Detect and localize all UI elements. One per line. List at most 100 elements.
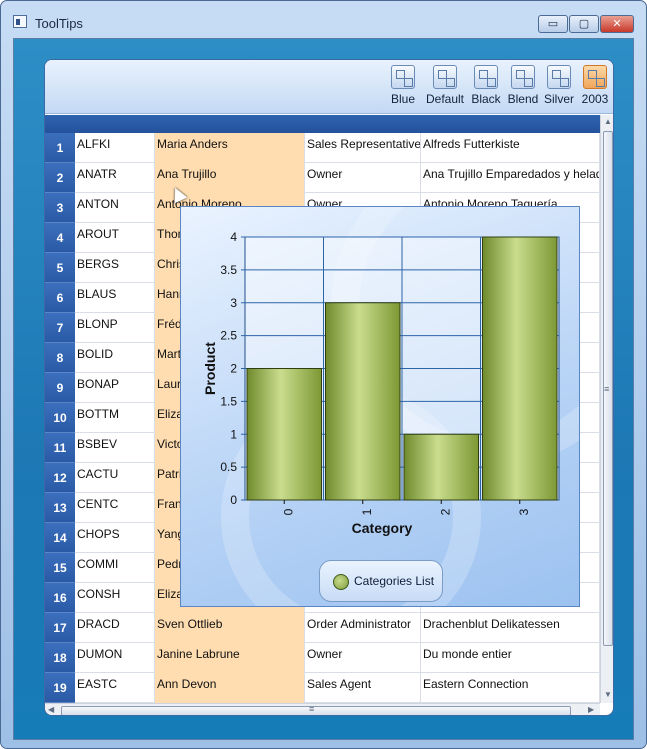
- theme-button-blue[interactable]: Blue: [388, 65, 418, 111]
- row-number[interactable]: 2: [45, 163, 75, 193]
- scroll-down-icon[interactable]: ▼: [604, 690, 612, 699]
- row-number[interactable]: 4: [45, 223, 75, 253]
- theme-button-default[interactable]: Default: [425, 65, 465, 111]
- customer-id-cell[interactable]: DRACD: [75, 613, 155, 643]
- vertical-scrollbar[interactable]: ▲ ≡ ▼: [600, 115, 613, 703]
- scroll-right-icon[interactable]: ▶: [588, 705, 594, 714]
- row-number[interactable]: 19: [45, 673, 75, 703]
- customer-id-cell[interactable]: ANATR: [75, 163, 155, 193]
- theme-label: Black: [471, 92, 501, 106]
- contact-name-cell[interactable]: Ann Devon: [155, 673, 305, 703]
- customer-id-cell[interactable]: CENTC: [75, 493, 155, 523]
- row-number[interactable]: 11: [45, 433, 75, 463]
- horizontal-scrollbar[interactable]: ◀ ≡ ▶: [45, 703, 600, 715]
- row-number[interactable]: 5: [45, 253, 75, 283]
- row-number[interactable]: 7: [45, 313, 75, 343]
- bar-1: [325, 302, 401, 501]
- y-axis-title: Product: [202, 342, 218, 395]
- theme-default-icon: [433, 65, 457, 89]
- row-number[interactable]: 8: [45, 343, 75, 373]
- theme-label: 2003: [581, 92, 609, 106]
- customer-id-cell[interactable]: BSBEV: [75, 433, 155, 463]
- y-tick-label: 4: [230, 230, 237, 244]
- customer-id-cell[interactable]: BOTTM: [75, 403, 155, 433]
- row-number[interactable]: 18: [45, 643, 75, 673]
- contact-title-cell[interactable]: Owner: [305, 643, 421, 673]
- company-name-cell[interactable]: Du monde entier: [421, 643, 600, 673]
- title-bar[interactable]: ToolTips ▭ ▢ ✕: [1, 1, 646, 35]
- customer-id-cell[interactable]: BLAUS: [75, 283, 155, 313]
- customer-id-cell[interactable]: ALFKI: [75, 133, 155, 163]
- row-number[interactable]: 3: [45, 193, 75, 223]
- contact-name-cell[interactable]: Janine Labrune: [155, 643, 305, 673]
- company-name-cell[interactable]: Drachenblut Delikatessen: [421, 613, 600, 643]
- theme-label: Blue: [390, 92, 416, 106]
- bar-chart: 0 0.5 1 1.5 2 2.5 3 3.5 4 0 1 2 3 Category Product: [202, 230, 560, 536]
- scroll-left-icon[interactable]: ◀: [48, 705, 54, 714]
- contact-title-cell[interactable]: Sales Agent: [305, 673, 421, 703]
- y-tick-label: 0: [230, 493, 237, 507]
- vertical-scroll-thumb[interactable]: ≡: [603, 131, 613, 646]
- row-number[interactable]: 10: [45, 403, 75, 433]
- customer-id-cell[interactable]: ANTON: [75, 193, 155, 223]
- close-button[interactable]: ✕: [600, 15, 634, 33]
- table-row[interactable]: 19 EASTC Ann Devon Sales Agent Eastern Conne…: [45, 673, 600, 703]
- company-name-cell[interactable]: Eastern Connection: [421, 673, 600, 703]
- y-tick-label: 2.5: [220, 329, 237, 343]
- scroll-up-icon[interactable]: ▲: [604, 117, 612, 126]
- contact-name-cell[interactable]: Sven Ottlieb: [155, 613, 305, 643]
- customer-id-cell[interactable]: AROUT: [75, 223, 155, 253]
- customer-id-cell[interactable]: BLONP: [75, 313, 155, 343]
- customer-id-cell[interactable]: BONAP: [75, 373, 155, 403]
- table-row[interactable]: 1 ALFKI Maria Anders Sales Representative Al…: [45, 133, 600, 163]
- row-number[interactable]: 13: [45, 493, 75, 523]
- customer-id-cell[interactable]: DUMON: [75, 643, 155, 673]
- table-row[interactable]: 17 DRACD Sven Ottlieb Order Administrator Dr…: [45, 613, 600, 643]
- customer-id-cell[interactable]: CONSH: [75, 583, 155, 613]
- y-tick-label: 2: [230, 362, 237, 376]
- theme-button-2003[interactable]: 2003: [579, 65, 611, 111]
- y-tick-label: 1: [230, 427, 237, 441]
- theme-label: Silver: [543, 92, 574, 106]
- theme-black-icon: [474, 65, 498, 89]
- x-tick-label: 2: [438, 508, 452, 515]
- contact-name-cell[interactable]: Maria Anders: [155, 133, 305, 163]
- customer-id-cell[interactable]: COMMI: [75, 553, 155, 583]
- horizontal-scroll-thumb[interactable]: ≡: [61, 704, 571, 715]
- contact-title-cell[interactable]: Sales Representative: [305, 133, 421, 163]
- legend-swatch: [333, 574, 349, 590]
- grip-icon: ≡: [604, 384, 610, 394]
- row-number[interactable]: 6: [45, 283, 75, 313]
- theme-2003-icon: [583, 65, 607, 89]
- row-number[interactable]: 16: [45, 583, 75, 613]
- row-number[interactable]: 17: [45, 613, 75, 643]
- grip-icon: ≡: [309, 704, 315, 714]
- table-row[interactable]: 2 ANATR Ana Trujillo Owner Ana Trujillo Empa…: [45, 163, 600, 193]
- contact-title-cell[interactable]: Owner: [305, 163, 421, 193]
- row-number[interactable]: 9: [45, 373, 75, 403]
- row-number[interactable]: 15: [45, 553, 75, 583]
- theme-button-silver[interactable]: Silver: [543, 65, 575, 111]
- theme-button-blend[interactable]: Blend: [507, 65, 539, 111]
- grid-column-header[interactable]: [45, 115, 600, 133]
- theme-label: Blend: [507, 92, 539, 106]
- table-row[interactable]: 18 DUMON Janine Labrune Owner Du monde entie…: [45, 643, 600, 673]
- theme-silver-icon: [547, 65, 571, 89]
- customer-id-cell[interactable]: EASTC: [75, 673, 155, 703]
- contact-title-cell[interactable]: Order Administrator: [305, 613, 421, 643]
- customer-id-cell[interactable]: BOLID: [75, 343, 155, 373]
- theme-button-black[interactable]: Black: [470, 65, 502, 111]
- minimize-button[interactable]: ▭: [538, 15, 568, 33]
- maximize-button[interactable]: ▢: [569, 15, 599, 33]
- row-number[interactable]: 1: [45, 133, 75, 163]
- y-tick-label: 0.5: [220, 460, 237, 474]
- bar-2: [403, 433, 479, 501]
- company-name-cell[interactable]: Ana Trujillo Emparedados y helad: [421, 163, 600, 193]
- company-name-cell[interactable]: Alfreds Futterkiste: [421, 133, 600, 163]
- app-icon: [13, 15, 27, 28]
- row-number[interactable]: 14: [45, 523, 75, 553]
- customer-id-cell[interactable]: CHOPS: [75, 523, 155, 553]
- row-number[interactable]: 12: [45, 463, 75, 493]
- customer-id-cell[interactable]: BERGS: [75, 253, 155, 283]
- customer-id-cell[interactable]: CACTU: [75, 463, 155, 493]
